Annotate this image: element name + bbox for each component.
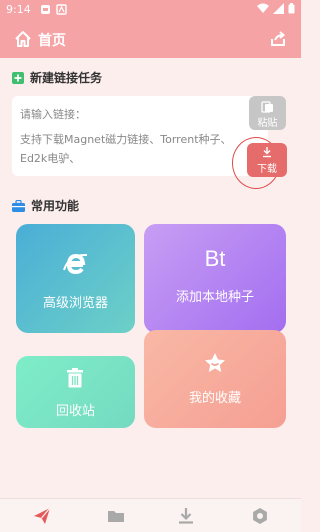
bottom-nav [0,498,301,532]
link-input-hint: 支持下载Magnet磁力链接、Torrent种子、Ed2k电驴、 [20,133,232,165]
functions-section-title: 常用功能 [12,197,79,214]
trash-icon [67,368,83,388]
signal-icon [273,3,284,14]
send-icon[interactable] [33,507,51,525]
favorites-tile[interactable]: 我的收藏 [144,330,286,428]
add-icon [12,71,24,84]
add-torrent-tile[interactable]: Bt 添加本地种子 [144,224,286,333]
status-bar: 9:14 [0,0,301,20]
home-icon[interactable] [14,30,32,48]
wifi-icon [257,3,269,13]
recycle-bin-label: 回收站 [55,404,95,419]
status-time: 9:14 [6,3,31,16]
favorite-star-icon [205,353,225,372]
folder-icon[interactable] [107,507,125,525]
download-icon[interactable] [177,507,195,525]
notification-icon [41,5,50,14]
app-header: 首页 [0,20,301,58]
favorites-label: 我的收藏 [188,391,241,406]
toolbox-icon [12,199,25,212]
bt-icon: Bt [204,246,226,271]
link-input-placeholder: 请输入链接： [20,108,86,121]
recycle-bin-tile[interactable]: 回收站 [16,356,135,428]
download-button-label: 下载 [257,164,277,175]
functions-title: 常用功能 [31,199,80,213]
settings-icon[interactable] [251,507,269,525]
add-torrent-label: 添加本地种子 [175,290,254,305]
download-arrow-icon [263,147,271,158]
browser-tile[interactable]: 高级浏览器 [16,224,135,333]
paste-button[interactable]: 粘贴 [249,96,286,130]
clipboard-icon [261,101,273,113]
battery-icon [288,3,295,14]
page-title: 首页 [38,33,66,49]
share-icon[interactable] [269,30,287,48]
link-input[interactable]: 请输入链接： 支持下载Magnet磁力链接、Torrent种子、Ed2k电驴、 [12,96,268,176]
new-task-title: 新建链接任务 [30,71,103,85]
browser-icon [63,253,88,275]
browser-label: 高级浏览器 [42,296,108,311]
download-button[interactable]: 下载 [247,143,287,177]
new-task-section-title: 新建链接任务 [12,69,102,86]
app-notification-icon [56,4,67,15]
paste-button-label: 粘贴 [257,118,278,129]
